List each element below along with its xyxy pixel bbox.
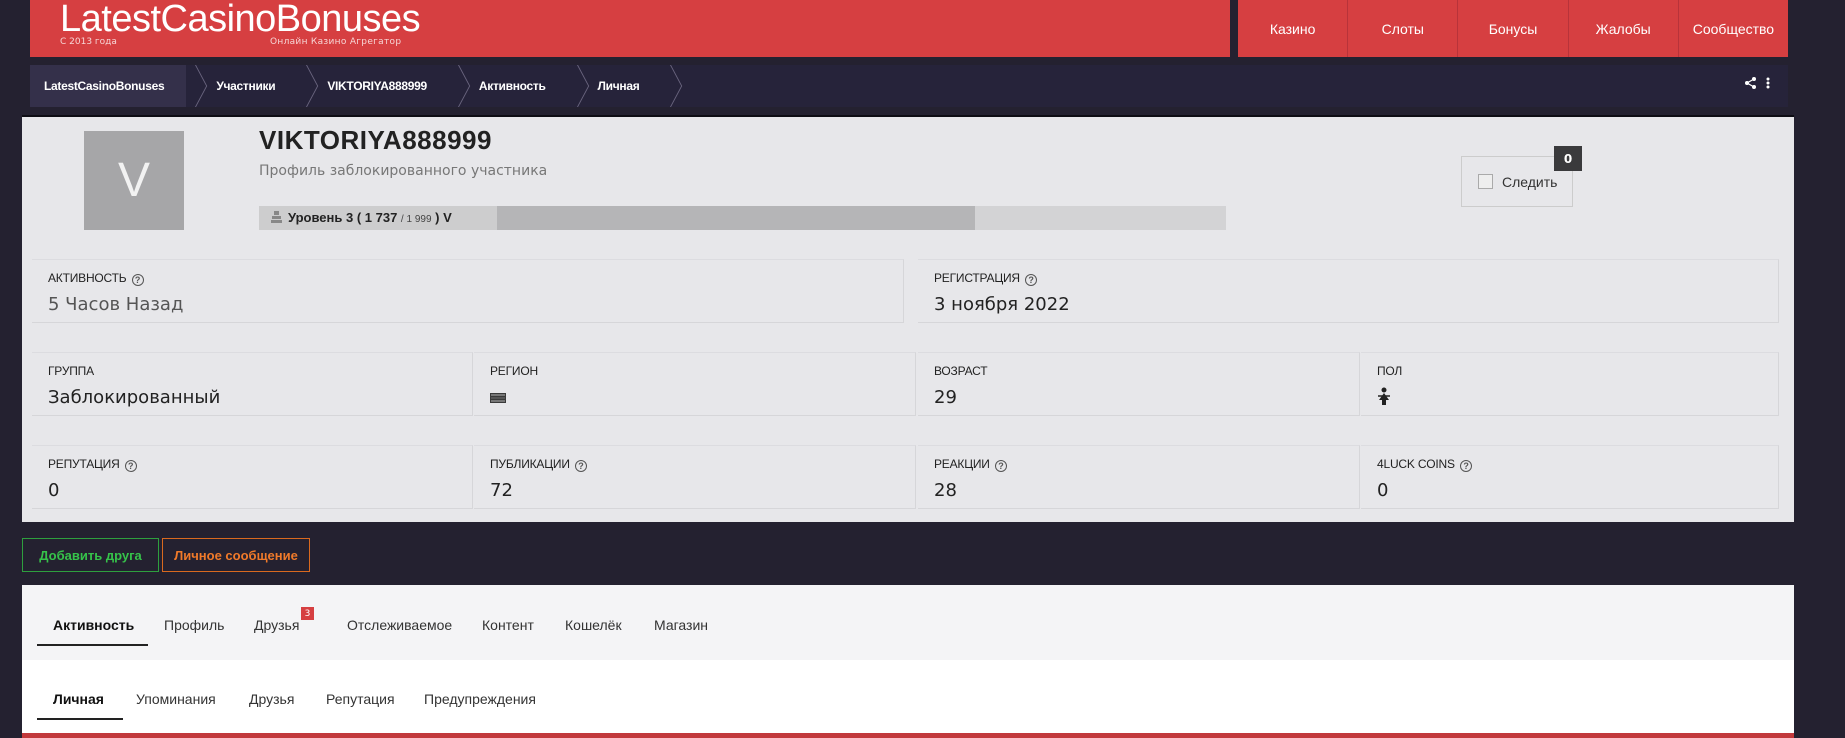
stat-activity: АКТИВНОСТЬ ? 5 Часов Назад xyxy=(32,259,904,323)
help-icon[interactable]: ? xyxy=(574,460,587,472)
subtab-warnings[interactable]: Предупреждения xyxy=(424,691,536,707)
subtab-active-underline xyxy=(37,718,123,720)
stat-label: РЕГИОН xyxy=(490,364,538,378)
logo-title: LatestCasinoBonuses xyxy=(60,0,421,40)
follow-count-badge: 0 xyxy=(1554,146,1582,171)
logo-subtitle: Онлайн Казино Агрегатор xyxy=(270,37,402,47)
tab-profile[interactable]: Профиль xyxy=(164,617,224,633)
level-suffix: ) V xyxy=(435,210,452,225)
nav-complaints[interactable]: Жалобы xyxy=(1567,0,1678,57)
stat-label: ВОЗРАСТ xyxy=(934,364,988,378)
avatar[interactable]: V xyxy=(84,131,184,230)
stat-label: РЕАКЦИИ ? xyxy=(934,457,1007,472)
profile-tabs: Активность Профиль Друзья 3 Отслеживаемо… xyxy=(22,585,1794,660)
more-options-icon[interactable] xyxy=(1766,77,1770,93)
stat-value: 0 xyxy=(1377,480,1389,501)
breadcrumb-personal[interactable]: Личная xyxy=(568,65,662,107)
add-friend-button[interactable]: Добавить друга xyxy=(22,538,159,572)
profile-header: V VIKTORIYA888999 Профиль заблокированно… xyxy=(22,117,1794,522)
subtab-reputation[interactable]: Репутация xyxy=(326,691,395,707)
breadcrumb-members[interactable]: Участники xyxy=(186,65,297,107)
stat-reputation: РЕПУТАЦИЯ ? 0 xyxy=(32,445,473,509)
stat-value: 3 ноября 2022 xyxy=(934,294,1070,315)
stat-label: ПОЛ xyxy=(1377,364,1403,378)
subtab-friends[interactable]: Друзья xyxy=(249,691,294,707)
content-top-border xyxy=(22,733,1794,738)
nav-casino[interactable]: Казино xyxy=(1238,0,1347,57)
stat-region: РЕГИОН xyxy=(474,352,916,416)
friends-count-badge: 3 xyxy=(301,607,314,620)
tab-shop[interactable]: Магазин xyxy=(654,617,708,633)
nav-slots[interactable]: Слоты xyxy=(1347,0,1457,57)
stat-posts: ПУБЛИКАЦИИ ? 72 xyxy=(474,445,916,509)
level-value: Уровень 3 ( 1 737 xyxy=(288,210,398,225)
breadcrumb-actions xyxy=(1745,77,1770,93)
help-icon[interactable]: ? xyxy=(131,274,144,286)
help-icon[interactable]: ? xyxy=(1459,460,1472,472)
logo[interactable]: LatestCasinoBonuses С 2013 года Онлайн К… xyxy=(30,0,1230,57)
nav-bonuses[interactable]: Бонусы xyxy=(1457,0,1567,57)
stat-value: 72 xyxy=(490,480,513,501)
subtab-mentions[interactable]: Упоминания xyxy=(136,691,216,707)
stat-value xyxy=(490,387,506,408)
help-icon[interactable]: ? xyxy=(994,460,1007,472)
follow-label: Следить xyxy=(1502,173,1558,190)
nav-community[interactable]: Сообщество xyxy=(1677,0,1788,57)
breadcrumb-home[interactable]: LatestCasinoBonuses xyxy=(30,65,187,107)
tab-watched[interactable]: Отслеживаемое xyxy=(347,617,452,633)
private-message-button[interactable]: Личное сообщение xyxy=(162,538,310,572)
level-icon xyxy=(271,211,282,223)
breadcrumb-bar: LatestCasinoBonuses Участники VIKTORIYA8… xyxy=(30,65,1788,107)
tab-friends[interactable]: Друзья xyxy=(254,617,299,633)
tab-wallet[interactable]: Кошелёк xyxy=(565,617,622,633)
stat-label: РЕГИСТРАЦИЯ ? xyxy=(934,271,1038,286)
breadcrumb-activity[interactable]: Активность xyxy=(449,65,568,107)
main-nav: Казино Слоты Бонусы Жалобы Сообщество xyxy=(1238,0,1788,57)
stat-gender: ПОЛ xyxy=(1361,352,1779,416)
page-title: VIKTORIYA888999 xyxy=(259,125,492,155)
site-header: LatestCasinoBonuses С 2013 года Онлайн К… xyxy=(30,0,1788,58)
level-label: Уровень 3 ( 1 737 / 1 999 ) V xyxy=(271,210,452,225)
flag-icon xyxy=(490,387,506,408)
tab-activity[interactable]: Активность xyxy=(53,617,134,633)
follow-checkbox[interactable] xyxy=(1478,174,1493,189)
level-progress-bar: Уровень 3 ( 1 737 / 1 999 ) V xyxy=(259,206,1226,230)
tab-active-underline xyxy=(37,644,148,646)
breadcrumb: LatestCasinoBonuses Участники VIKTORIYA8… xyxy=(30,65,1788,107)
stat-group: ГРУППА Заблокированный xyxy=(32,352,473,416)
stat-label: 4LUCK COINS ? xyxy=(1377,457,1472,472)
logo-since: С 2013 года xyxy=(60,37,117,47)
stat-value xyxy=(1377,387,1391,410)
share-icon[interactable] xyxy=(1745,77,1756,93)
stat-reactions: РЕАКЦИИ ? 28 xyxy=(918,445,1360,509)
help-icon[interactable]: ? xyxy=(1025,274,1038,286)
stat-value: 29 xyxy=(934,387,957,408)
stat-registration: РЕГИСТРАЦИЯ ? 3 ноября 2022 xyxy=(918,259,1779,323)
level-max: / 1 999 xyxy=(400,214,432,225)
tab-content[interactable]: Контент xyxy=(482,617,534,633)
stat-coins: 4LUCK COINS ? 0 xyxy=(1361,445,1779,509)
female-icon xyxy=(1377,387,1391,410)
activity-subtabs: Личная Упоминания Друзья Репутация Преду… xyxy=(22,660,1794,738)
stat-value: 5 Часов Назад xyxy=(48,294,184,315)
subtab-personal[interactable]: Личная xyxy=(53,691,104,707)
help-icon[interactable]: ? xyxy=(124,460,137,472)
stat-value: Заблокированный xyxy=(48,387,221,408)
profile-subtitle: Профиль заблокированного участника xyxy=(259,163,548,179)
stat-label: РЕПУТАЦИЯ ? xyxy=(48,457,137,472)
stat-value: 0 xyxy=(48,480,60,501)
stat-age: ВОЗРАСТ 29 xyxy=(918,352,1360,416)
stat-value: 28 xyxy=(934,480,957,501)
stat-label: ГРУППА xyxy=(48,364,94,378)
breadcrumb-user[interactable]: VIKTORIYA888999 xyxy=(297,65,449,107)
stat-label: ПУБЛИКАЦИИ ? xyxy=(490,457,587,472)
stat-label: АКТИВНОСТЬ ? xyxy=(48,271,144,286)
